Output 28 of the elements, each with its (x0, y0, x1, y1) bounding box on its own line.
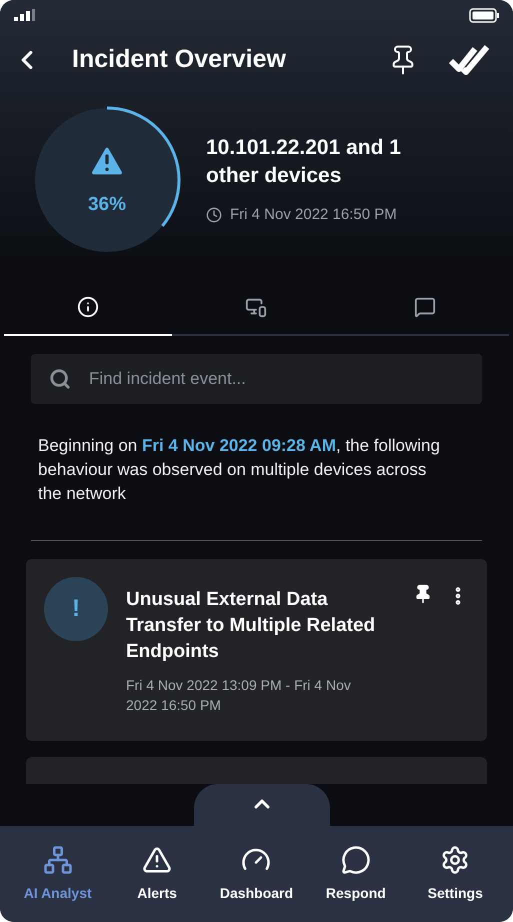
chat-icon (340, 844, 371, 874)
search-field[interactable]: Find incident event... (31, 354, 482, 404)
nav-item[interactable]: Dashboard (208, 844, 304, 904)
signal-icon (14, 9, 36, 21)
comment-icon (414, 296, 436, 318)
nav-item[interactable]: Settings (407, 844, 504, 904)
incident-description: Beginning on Fri 4 Nov 2022 09:28 AM, the following behaviour was observed on multiple devices across the network (38, 435, 441, 505)
nav-item[interactable]: Respond (308, 844, 404, 904)
network-icon (42, 844, 73, 874)
page-title: Incident Overview (72, 44, 287, 76)
risk-percent: 36% (88, 192, 126, 217)
clock-icon (206, 207, 222, 223)
battery-icon (469, 8, 499, 22)
double-check-button[interactable] (449, 43, 489, 77)
event-time: Fri 4 Nov 2022 13:09 PM - Fri 4 Nov 2022 16:50 PM (126, 676, 352, 715)
event-card[interactable]: ! Unusual External Data Transfer to Multiple Related Endpoints Fri 4 Nov 2022 13:09 PM - Fri 4 Nov 2022 16:50 PM (26, 559, 487, 741)
incident-title: 10.101.22.201 and 1 other devices (206, 134, 402, 189)
info-icon (77, 296, 100, 318)
warning-icon (142, 844, 172, 874)
incident-time: Fri 4 Nov 2022 16:50 PM (230, 204, 397, 225)
expand-handle[interactable] (194, 784, 330, 826)
event-title: Unusual External Data Transfer to Multiple Related Endpoints (126, 588, 376, 664)
nav-item[interactable]: AI Analyst (10, 844, 106, 904)
nav-item[interactable]: Alerts (109, 844, 206, 904)
devices-icon (245, 296, 268, 318)
alert-badge: ! (44, 577, 108, 641)
settings-icon (440, 844, 470, 874)
search-icon (49, 368, 71, 390)
